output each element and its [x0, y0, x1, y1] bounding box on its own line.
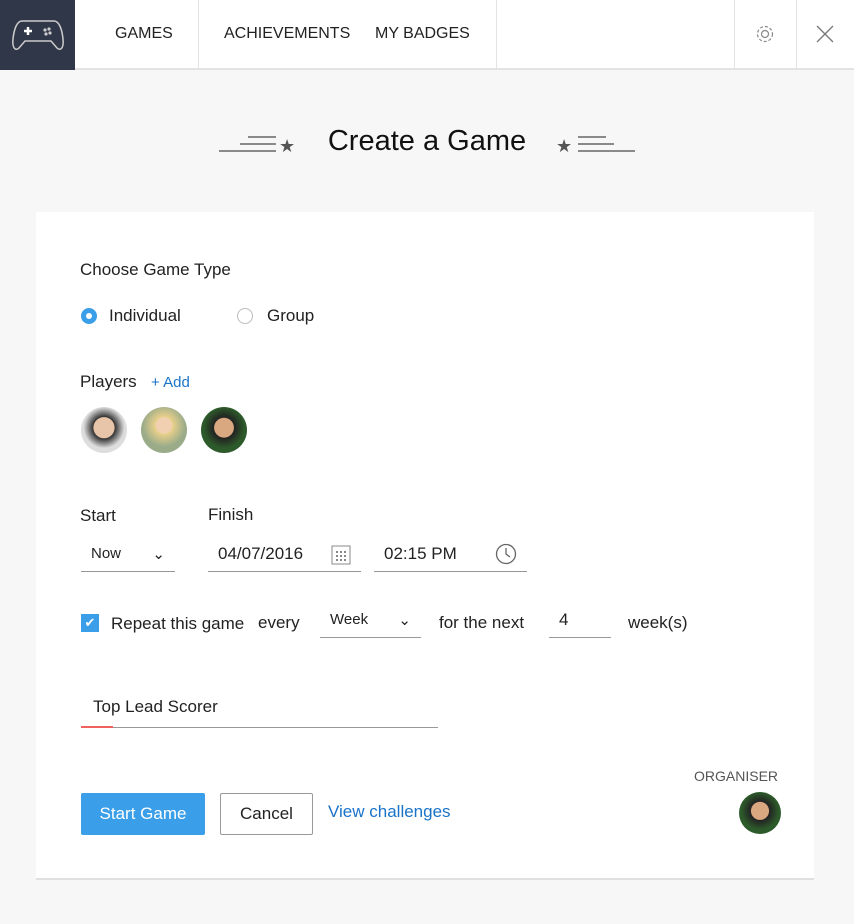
every-label: every [258, 613, 300, 632]
start-value: Now [91, 545, 122, 562]
game-name-input[interactable]: Top Lead Scorer [81, 690, 438, 728]
game-name-value: Top Lead Scorer [93, 697, 218, 716]
for-next-label: for the next [439, 613, 525, 632]
input-progress-indicator [81, 726, 113, 728]
page-title: Create a Game [327, 125, 527, 157]
avatar[interactable] [201, 407, 247, 453]
divider [198, 0, 199, 68]
radio-group[interactable]: Group [237, 306, 314, 326]
divider [734, 0, 735, 68]
avatar[interactable] [141, 407, 187, 453]
finish-date-input[interactable]: 04/07/2016 [208, 536, 361, 572]
add-player-link[interactable]: + Add [151, 374, 190, 391]
radio-individual[interactable]: Individual [81, 306, 181, 326]
calendar-icon[interactable] [331, 543, 351, 565]
finish-time-input[interactable]: 02:15 PM [374, 536, 527, 572]
chevron-down-icon: ⌄ [152, 545, 165, 563]
finish-label: Finish [208, 505, 254, 524]
finish-time-value: 02:15 PM [384, 543, 457, 563]
start-label: Start [80, 506, 116, 525]
view-challenges-link[interactable]: View challenges [328, 791, 451, 833]
repeat-count-input[interactable]: 4 [549, 602, 611, 638]
repeat-label: Repeat this game [111, 614, 245, 633]
clock-icon[interactable] [495, 543, 517, 565]
repeat-count-value: 4 [559, 609, 569, 629]
radio-individual-label: Individual [109, 306, 181, 325]
cancel-button[interactable]: Cancel [220, 793, 313, 835]
nav-games[interactable]: GAMES [115, 0, 173, 68]
divider [496, 0, 497, 68]
interval-select[interactable]: Week ⌄ [320, 602, 421, 638]
avatar[interactable] [81, 407, 127, 453]
radio-unchecked-icon [237, 308, 253, 324]
radio-checked-icon [81, 308, 97, 324]
organiser-avatar[interactable] [739, 792, 781, 834]
radio-group-label: Group [267, 306, 315, 325]
interval-value: Week [330, 611, 369, 628]
players-label: Players [80, 372, 137, 391]
game-type-label: Choose Game Type [80, 260, 231, 279]
create-game-form: Choose Game Type Individual Group Player… [36, 212, 814, 880]
repeat-checkbox[interactable]: ✔ [81, 614, 99, 632]
svg-text:★: ★ [556, 136, 572, 156]
title-decoration-right-icon: ★ [556, 136, 635, 156]
start-game-button[interactable]: Start Game [81, 793, 205, 835]
start-select[interactable]: Now ⌄ [81, 536, 175, 572]
nav-achievements[interactable]: ACHIEVEMENTS [224, 0, 350, 68]
organiser-label: ORGANISER [694, 768, 779, 784]
unit-label: week(s) [628, 613, 688, 632]
close-icon[interactable] [796, 0, 854, 68]
gear-icon[interactable] [736, 0, 794, 68]
top-nav: GAMES ACHIEVEMENTS MY BADGES [0, 0, 854, 70]
finish-date-value: 04/07/2016 [218, 543, 304, 563]
gamepad-logo-icon[interactable] [0, 0, 75, 70]
chevron-down-icon: ⌄ [398, 611, 411, 629]
nav-my-badges[interactable]: MY BADGES [375, 0, 470, 68]
